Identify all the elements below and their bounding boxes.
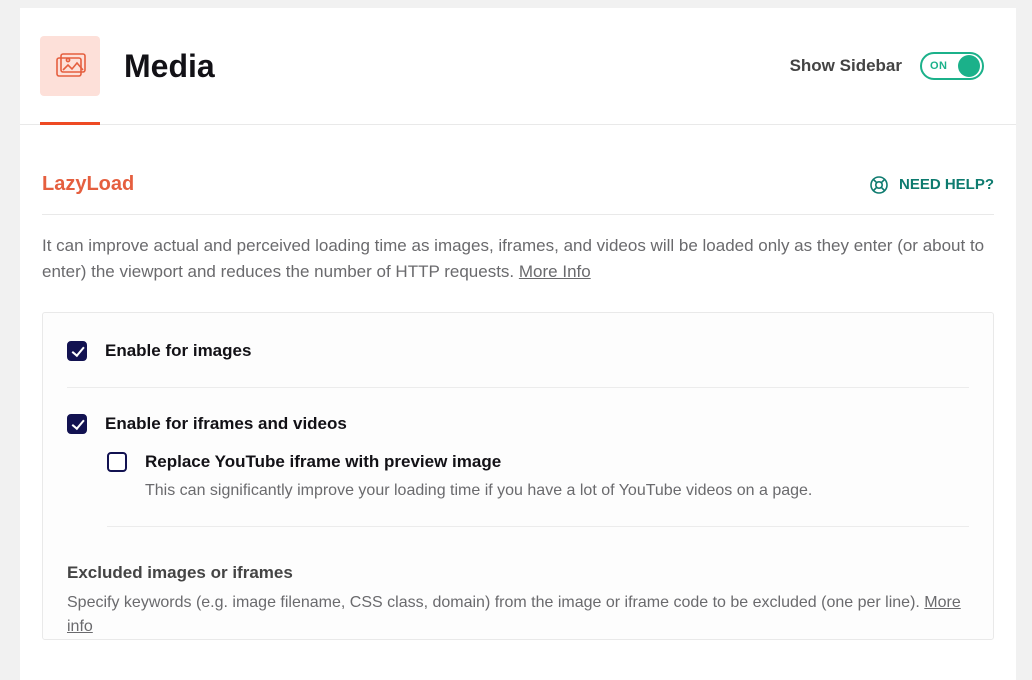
active-tab-indicator	[40, 122, 100, 125]
lifebuoy-icon	[869, 175, 889, 195]
enable-images-checkbox[interactable]	[67, 341, 87, 361]
show-sidebar-label: Show Sidebar	[790, 56, 902, 76]
media-icon	[40, 36, 100, 96]
show-sidebar-toggle[interactable]: ON	[920, 52, 984, 80]
replace-youtube-help: This can significantly improve your load…	[145, 482, 969, 500]
lazyload-settings-box: Enable for images Enable for iframes and…	[42, 312, 994, 640]
toggle-on-text: ON	[930, 60, 948, 72]
replace-youtube-checkbox[interactable]	[107, 452, 127, 472]
page-title: Media	[124, 48, 215, 85]
section-title-lazyload: LazyLoad	[42, 173, 134, 196]
need-help-label: NEED HELP?	[899, 176, 994, 193]
need-help-link[interactable]: NEED HELP?	[869, 175, 994, 195]
excluded-title: Excluded images or iframes	[67, 563, 969, 583]
toggle-knob	[958, 55, 980, 77]
replace-youtube-label: Replace YouTube iframe with preview imag…	[145, 452, 969, 472]
enable-images-label: Enable for images	[105, 341, 969, 361]
more-info-link[interactable]: More Info	[519, 262, 591, 281]
enable-iframes-checkbox[interactable]	[67, 414, 87, 434]
excluded-desc: Specify keywords (e.g. image filename, C…	[67, 591, 969, 639]
section-description: It can improve actual and perceived load…	[42, 233, 994, 286]
enable-iframes-label: Enable for iframes and videos	[105, 414, 969, 434]
